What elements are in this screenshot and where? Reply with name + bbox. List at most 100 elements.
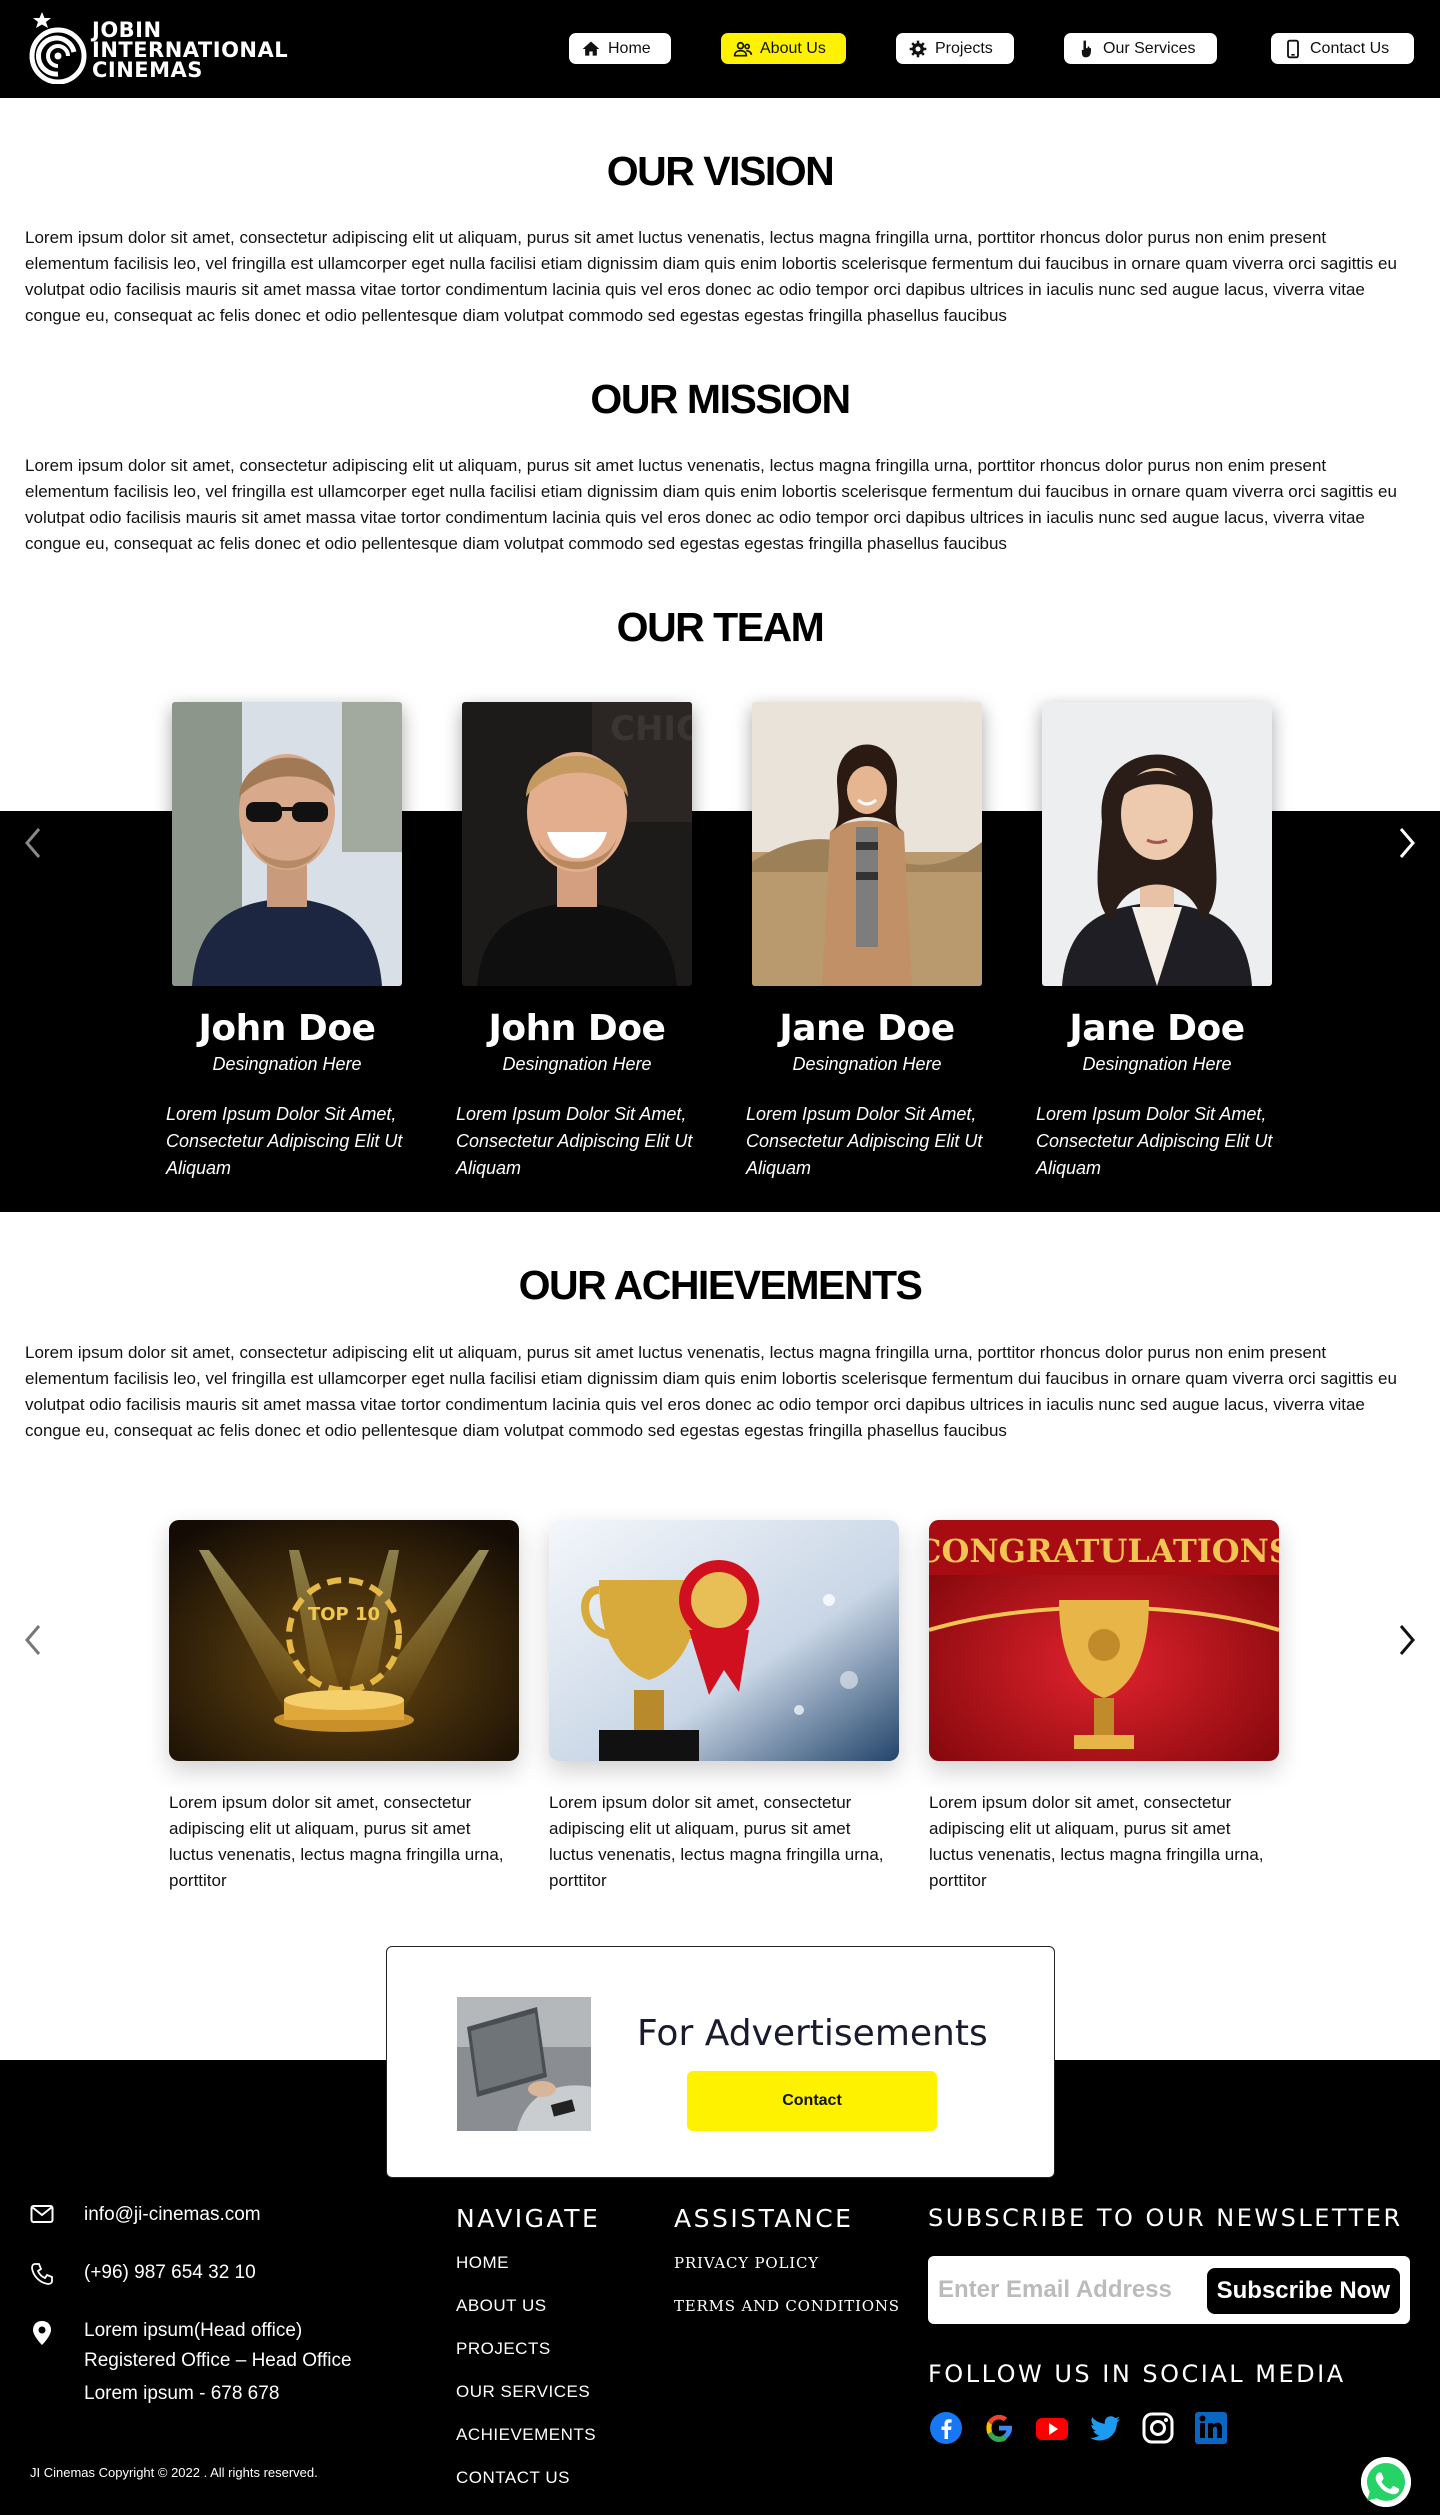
mission-text: Lorem ipsum dolor sit amet, consectetur … bbox=[25, 456, 1397, 553]
whatsapp-chat-button[interactable] bbox=[1361, 2457, 1411, 2507]
footer-link-contact[interactable]: CONTACT US bbox=[456, 2468, 570, 2488]
team-next-arrow[interactable] bbox=[1392, 823, 1422, 863]
footer-link-achievements[interactable]: ACHIEVEMENTS bbox=[456, 2425, 596, 2445]
google-icon[interactable] bbox=[981, 2410, 1017, 2446]
envelope-icon bbox=[30, 2200, 56, 2234]
social-title: FOLLOW US IN SOCIAL MEDIA bbox=[928, 2360, 1346, 2388]
home-icon bbox=[582, 41, 600, 56]
achievement-text: Lorem ipsum dolor sit amet, consectetur … bbox=[549, 1793, 884, 1890]
chevron-left-icon bbox=[25, 1625, 41, 1655]
footer-address-line: Lorem ipsum(Head office) bbox=[84, 2320, 303, 2341]
youtube-icon[interactable] bbox=[1034, 2410, 1070, 2446]
team-member-bio: Lorem Ipsum Dolor Sit Amet, Consectetur … bbox=[456, 1104, 693, 1178]
footer-link-about[interactable]: ABOUT US bbox=[456, 2296, 547, 2316]
footer-phone[interactable]: (+96) 987 654 32 10 bbox=[30, 2258, 256, 2296]
gear-icon bbox=[909, 40, 927, 57]
top-ten-award-image: TOP 10 bbox=[169, 1520, 519, 1761]
film-reel-logo-icon bbox=[29, 12, 87, 84]
newsletter-form: Subscribe Now bbox=[928, 2256, 1410, 2324]
achievements-text: Lorem ipsum dolor sit amet, consectetur … bbox=[25, 1343, 1397, 1440]
newsletter-email-input[interactable] bbox=[938, 2268, 1208, 2312]
nav-projects-label: Projects bbox=[935, 39, 993, 57]
nav-home-label: Home bbox=[608, 39, 651, 57]
footer-address-line: Lorem ipsum - 678 678 bbox=[84, 2383, 280, 2404]
nav-services-label: Our Services bbox=[1103, 39, 1196, 57]
chevron-right-icon bbox=[1399, 1625, 1415, 1655]
footer-link-services[interactable]: OUR SERVICES bbox=[456, 2382, 590, 2402]
achievements-title: OUR ACHIEVEMENTS bbox=[518, 1262, 923, 1308]
team-member-name: John Doe bbox=[198, 1008, 376, 1049]
footer-link-terms[interactable]: TERMS AND CONDITIONS bbox=[674, 2297, 900, 2315]
team-member-bio: Lorem Ipsum Dolor Sit Amet, Consectetur … bbox=[166, 1104, 403, 1178]
achievements-next-arrow[interactable] bbox=[1392, 1620, 1422, 1660]
team-member-photo bbox=[1042, 702, 1272, 986]
footer-link-home[interactable]: HOME bbox=[456, 2253, 509, 2273]
advertisement-title: For Advertisements bbox=[637, 2013, 988, 2054]
nav-home[interactable]: Home bbox=[569, 33, 671, 64]
footer-link-projects[interactable]: PROJECTS bbox=[456, 2339, 551, 2359]
achievement-text: Lorem ipsum dolor sit amet, consectetur … bbox=[169, 1793, 504, 1890]
team-member-role: Desingnation Here bbox=[502, 1054, 652, 1074]
nav-our-services[interactable]: Our Services bbox=[1064, 33, 1217, 64]
footer-email[interactable]: info@ji-cinemas.com bbox=[30, 2200, 261, 2234]
twitter-icon[interactable] bbox=[1087, 2410, 1123, 2446]
team-member-name: Jane Doe bbox=[1069, 1008, 1245, 1049]
advertisement-contact-button[interactable]: Contact bbox=[687, 2071, 937, 2131]
team-prev-arrow[interactable] bbox=[18, 823, 48, 863]
subscribe-button[interactable]: Subscribe Now bbox=[1206, 2268, 1400, 2314]
whatsapp-icon bbox=[1361, 2457, 1411, 2507]
vision-title: OUR VISION bbox=[606, 148, 835, 194]
facebook-icon[interactable] bbox=[928, 2410, 964, 2446]
instagram-icon[interactable] bbox=[1140, 2410, 1176, 2446]
nav-about-us[interactable]: About Us bbox=[721, 33, 846, 64]
nav-contact-us[interactable]: Contact Us bbox=[1271, 33, 1414, 64]
nav-projects[interactable]: Projects bbox=[896, 33, 1014, 64]
site-header: JOBIN INTERNATIONAL CINEMAS Home About U… bbox=[0, 0, 1440, 98]
team-member-name: John Doe bbox=[488, 1008, 666, 1049]
team-member-role: Desingnation Here bbox=[1082, 1054, 1232, 1074]
nav-contact-label: Contact Us bbox=[1310, 39, 1390, 57]
team-title: OUR TEAM bbox=[616, 604, 825, 650]
footer-phone-text: (+96) 987 654 32 10 bbox=[84, 2262, 256, 2283]
advertisement-card: For Advertisements Contact bbox=[386, 1946, 1055, 2178]
team-member-role: Desingnation Here bbox=[212, 1054, 362, 1074]
users-icon bbox=[733, 41, 753, 56]
achievements-prev-arrow[interactable] bbox=[18, 1620, 48, 1660]
brand-line-2: INTERNATIONAL bbox=[92, 38, 289, 62]
hand-pointer-icon bbox=[1081, 40, 1091, 57]
team-member-role: Desingnation Here bbox=[792, 1054, 942, 1074]
laptop-image bbox=[457, 1997, 591, 2131]
achievement-text: Lorem ipsum dolor sit amet, consectetur … bbox=[929, 1793, 1264, 1890]
footer-link-privacy-policy[interactable]: PRIVACY POLICY bbox=[674, 2254, 819, 2272]
footer-address-line: Registered Office – Head Office bbox=[84, 2350, 352, 2371]
footer-email-text: info@ji-cinemas.com bbox=[84, 2204, 261, 2225]
phone-icon bbox=[30, 2258, 56, 2296]
footer-assistance-title: ASSISTANCE bbox=[674, 2204, 854, 2233]
team-member-photo bbox=[172, 702, 402, 986]
team-member-name: Jane Doe bbox=[779, 1008, 955, 1049]
top-ten-badge: TOP 10 bbox=[308, 1604, 380, 1625]
mobile-phone-icon bbox=[1287, 39, 1299, 58]
congratulations-image: CONGRATULATIONS bbox=[929, 1520, 1279, 1761]
copyright-text: JI Cinemas Copyright © 2022 . All rights… bbox=[30, 2465, 318, 2480]
footer-navigate-title: NAVIGATE bbox=[456, 2204, 601, 2233]
team-member-photo bbox=[752, 702, 982, 986]
vision-text: Lorem ipsum dolor sit amet, consectetur … bbox=[25, 228, 1397, 325]
brand-name: JOBIN INTERNATIONAL CINEMAS bbox=[92, 20, 289, 82]
team-member-photo: CHICK bbox=[462, 702, 692, 986]
brand-line-3: CINEMAS bbox=[92, 58, 203, 82]
svg-text:CHICK: CHICK bbox=[610, 709, 692, 749]
newsletter-title: SUBSCRIBE TO OUR NEWSLETTER bbox=[928, 2204, 1403, 2232]
nav-about-label: About Us bbox=[760, 39, 826, 57]
footer-address: Lorem ipsum(Head office) Registered Offi… bbox=[30, 2316, 352, 2409]
trophy-ribbon-image bbox=[549, 1520, 899, 1761]
chevron-left-icon bbox=[25, 828, 41, 858]
mission-title: OUR MISSION bbox=[590, 376, 851, 422]
location-pin-icon bbox=[30, 2316, 56, 2409]
brand-logo[interactable]: JOBIN INTERNATIONAL CINEMAS bbox=[28, 10, 288, 88]
social-links bbox=[928, 2410, 1229, 2446]
linkedin-icon[interactable] bbox=[1193, 2410, 1229, 2446]
team-member-bio: Lorem Ipsum Dolor Sit Amet, Consectetur … bbox=[746, 1104, 983, 1178]
chevron-right-icon bbox=[1399, 828, 1415, 858]
team-member-bio: Lorem Ipsum Dolor Sit Amet, Consectetur … bbox=[1036, 1104, 1273, 1178]
